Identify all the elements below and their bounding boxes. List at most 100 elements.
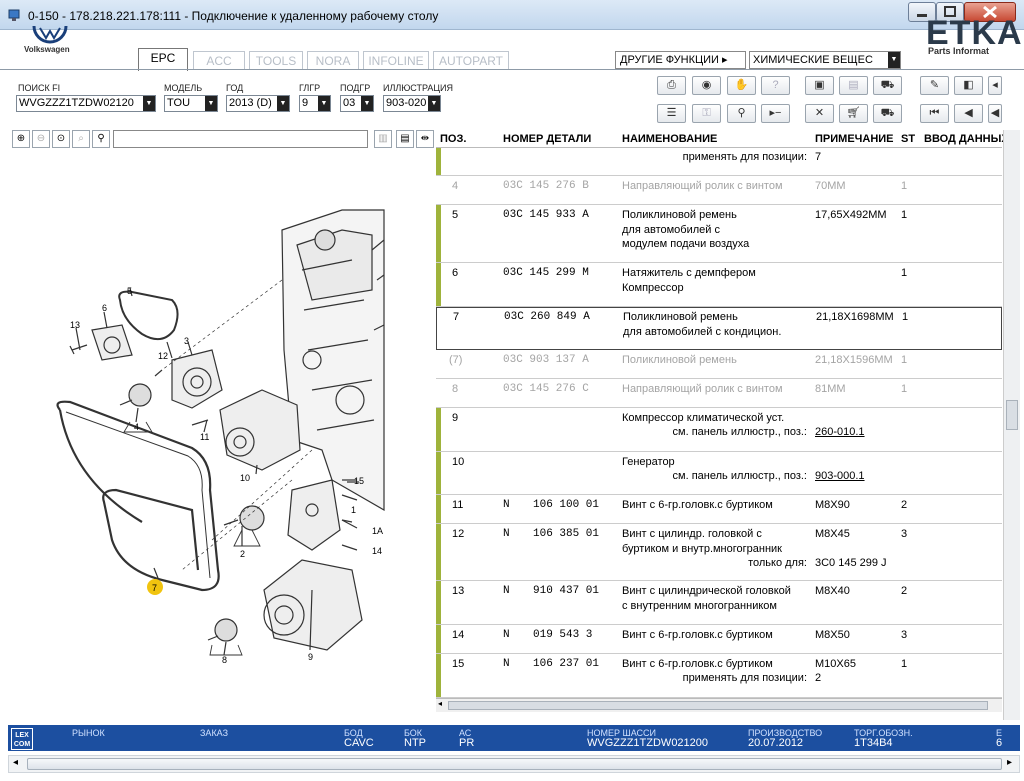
- chevron-down-icon: ▼: [205, 96, 217, 111]
- col-note[interactable]: ПРИМЕЧАНИЕ: [815, 133, 894, 145]
- sub-group-label: ПОДГР: [340, 83, 371, 93]
- depot-button[interactable]: ▤: [839, 76, 868, 95]
- table-row[interactable]: 15 N 106 237 01 Винт с 6-гр.головк.с бур…: [436, 654, 1002, 698]
- row-part: 106 100 01: [533, 499, 600, 511]
- next-button[interactable]: ◀: [988, 104, 1002, 123]
- table-row[interactable]: 6 03C 145 299 M Натяжитель с демпфером К…: [436, 263, 1002, 307]
- table-row[interactable]: 11 N 106 100 01 Винт с 6-гр.головк.с бур…: [436, 495, 1002, 524]
- illustration-label: ИЛЛЮСТРАЦИЯ: [383, 83, 454, 93]
- illustration-select[interactable]: 903-020 ▼: [383, 95, 441, 112]
- cart-button[interactable]: 🛒︎: [839, 104, 868, 123]
- pin-button[interactable]: ✎: [920, 76, 949, 95]
- disc-icon: ◉: [701, 79, 712, 91]
- table-row[interactable]: 12 N 106 385 01 Винт с цилиндр. головкой…: [436, 524, 1002, 581]
- table-row-selected[interactable]: 7 03C 260 849 A Поликлиновой ремень для …: [436, 307, 1002, 350]
- remove-button[interactable]: ✕: [805, 104, 834, 123]
- row-name: Поликлиновой ремень для автомобилей с мо…: [622, 209, 750, 250]
- row-name-extra: применять для позиции:: [682, 672, 807, 684]
- row-pos: 8: [452, 383, 459, 395]
- row-note: 21,18X1596MM: [815, 354, 893, 366]
- triangle-left-icon: ◀: [964, 107, 973, 119]
- window-scroll-thumb[interactable]: [27, 758, 1002, 770]
- elsa-button[interactable]: ▣: [805, 76, 834, 95]
- elsa-icon: ▣: [814, 79, 825, 91]
- tab-nora[interactable]: NORA: [307, 51, 359, 70]
- tab-epc[interactable]: EPC: [138, 48, 188, 71]
- col-st[interactable]: ST: [901, 133, 915, 145]
- search-icon: ⚲: [97, 133, 105, 144]
- cart-add-button[interactable]: ⛟: [873, 104, 902, 123]
- search-button[interactable]: ⚲: [92, 130, 110, 148]
- table-row[interactable]: 10 Генератор см. панель иллюстр., поз.: …: [436, 452, 1002, 495]
- table-row[interactable]: 8 03C 145 276 C Направляющий ролик с вин…: [436, 379, 1002, 408]
- table-row[interactable]: 9 Компрессор климатической уст. см. пане…: [436, 408, 1002, 452]
- model-select[interactable]: TOU ▼: [164, 95, 218, 112]
- callout-label: 15: [354, 476, 364, 486]
- row-note: M8X45: [815, 528, 850, 540]
- table-horizontal-scrollbar[interactable]: ◂: [436, 698, 1002, 712]
- play-minus-button[interactable]: ▸−: [761, 104, 790, 123]
- bike-button[interactable]: ⚲: [727, 104, 756, 123]
- table-row[interactable]: 4 03C 145 276 B Направляющий ролик с вин…: [436, 176, 1002, 205]
- window-horizontal-scrollbar[interactable]: ◂ ▸: [8, 755, 1020, 773]
- row-note: M8X40: [815, 585, 850, 597]
- row-part: 03C 145 276 C: [503, 383, 589, 395]
- zoom-in-icon: ⊕: [16, 133, 26, 144]
- illustration-value: 903-020: [386, 97, 427, 109]
- table-row[interactable]: 5 03C 145 933 A Поликлиновой ремень для …: [436, 205, 1002, 263]
- row-st: 1: [901, 267, 908, 279]
- zoom-region-button[interactable]: ⌕: [72, 130, 90, 148]
- table-row[interactable]: (7) 03C 903 137 A Поликлиновой ремень 21…: [436, 350, 1002, 379]
- illustration-link[interactable]: 903-000.1: [815, 469, 865, 484]
- list-button[interactable]: ☰: [657, 104, 686, 123]
- col-part-number[interactable]: НОМЕР ДЕТАЛИ: [503, 133, 591, 145]
- table-row[interactable]: 13 N 910 437 01 Винт с цилиндрической го…: [436, 581, 1002, 625]
- col-name[interactable]: НАИМЕНОВАНИЕ: [622, 133, 717, 145]
- tab-autopart[interactable]: AUTOPART: [433, 51, 509, 70]
- row-pos: 5: [452, 209, 459, 221]
- columns-button[interactable]: ▥: [374, 130, 392, 148]
- back-button[interactable]: ◂: [988, 76, 1002, 95]
- book-icon: ◧: [963, 79, 974, 91]
- col-pos[interactable]: ПОЗ.: [440, 133, 466, 145]
- row-marker: [436, 524, 441, 580]
- illustration-link[interactable]: 260-010.1: [815, 425, 865, 440]
- tab-tools[interactable]: TOOLS: [249, 51, 303, 70]
- search-fi-select[interactable]: WVGZZZ1TZDW02120 ▼: [16, 95, 156, 112]
- row-pos: 7: [453, 311, 460, 323]
- tab-infoline[interactable]: INFOLINE: [363, 51, 429, 70]
- row-pos: 4: [452, 180, 459, 192]
- main-group-select[interactable]: 9 ▼: [299, 95, 331, 112]
- engine-drawing: 5 6 13 12 3 4 11 10 15 1 1A 14 2 7 8 9: [56, 209, 385, 665]
- row-name: Компрессор климатической уст.: [622, 412, 785, 424]
- col-input[interactable]: ВВОД ДАННЫХ: [924, 133, 1009, 145]
- tab-acc[interactable]: ACC: [193, 51, 245, 70]
- cart-in-button[interactable]: ⛟: [873, 76, 902, 95]
- status-bar: LEX COM РЫНОК ЗАКАЗ БОД CAVC БОК NTP АС P…: [8, 725, 1020, 751]
- vertical-scroll-thumb[interactable]: [1006, 400, 1018, 430]
- help-button[interactable]: ?: [761, 76, 790, 95]
- other-functions-button[interactable]: ДРУГИЕ ФУНКЦИИ ▸: [615, 51, 746, 69]
- table-row[interactable]: применять для позиции: 7: [436, 148, 1002, 176]
- illustration-search-input[interactable]: [113, 130, 368, 148]
- zoom-out-button[interactable]: ⊖: [32, 130, 50, 148]
- first-button[interactable]: ⏮︎: [920, 104, 949, 123]
- layout-button[interactable]: ▤: [396, 130, 414, 148]
- table-scroll-thumb[interactable]: [448, 701, 988, 710]
- callout-label: 4: [134, 422, 139, 432]
- service-button[interactable]: ◉: [692, 76, 721, 95]
- chevron-left-icon: ◂: [992, 79, 998, 91]
- handshake-button[interactable]: ✋: [727, 76, 756, 95]
- year-select[interactable]: 2013 (D) ▼: [226, 95, 290, 112]
- zoom-fit-button[interactable]: ⊙: [52, 130, 70, 148]
- prev-button[interactable]: ◀: [954, 104, 983, 123]
- sub-group-select[interactable]: 03 ▼: [340, 95, 374, 112]
- vertical-scrollbar[interactable]: [1003, 130, 1020, 720]
- book-button[interactable]: ◧: [954, 76, 983, 95]
- key-button[interactable]: ⚿: [692, 104, 721, 123]
- print-button[interactable]: ⎙: [657, 76, 686, 95]
- chemicals-select[interactable]: ХИМИЧЕСКИЕ ВЕЩЕС ▼: [749, 51, 901, 69]
- split-button[interactable]: ⇹: [416, 130, 434, 148]
- zoom-in-button[interactable]: ⊕: [12, 130, 30, 148]
- table-row[interactable]: 14 N 019 543 3 Винт с 6-гр.головк.с бурт…: [436, 625, 1002, 654]
